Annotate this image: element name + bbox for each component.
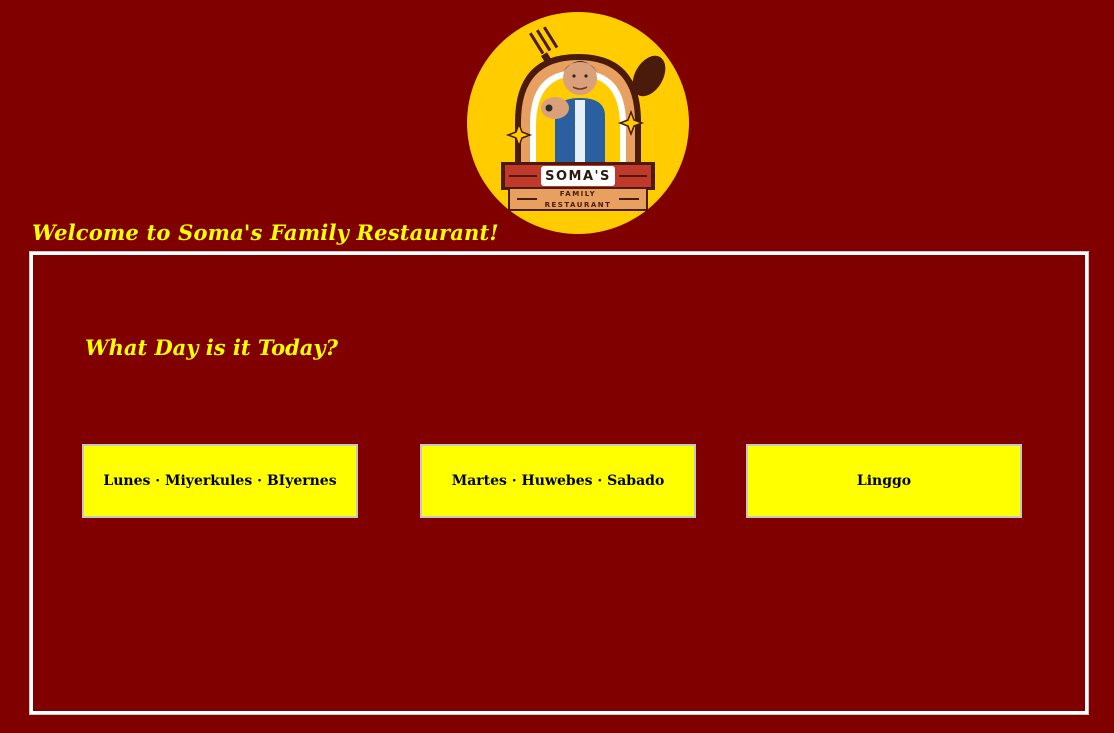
- mon-wed-fri-button[interactable]: Lunes · Miyerkules · BIyernes: [82, 444, 358, 518]
- logo-line-restaurant: RESTAURANT: [545, 201, 612, 209]
- day-question: What Day is it Today?: [85, 335, 338, 360]
- logo-graphic: SOMA'S FAMILY RESTAURANT: [467, 12, 689, 234]
- sunday-button[interactable]: Linggo: [746, 444, 1022, 518]
- logo-brand-name: SOMA'S: [545, 169, 611, 184]
- logo-line-family: FAMILY: [560, 190, 596, 198]
- welcome-heading: Welcome to Soma's Family Restaurant!: [32, 220, 499, 245]
- tue-thu-sat-button[interactable]: Martes · Huwebes · Sabado: [420, 444, 696, 518]
- menu-day-panel: What Day is it Today? Lunes · Miyerkules…: [30, 252, 1088, 714]
- restaurant-logo: SOMA'S FAMILY RESTAURANT: [467, 12, 689, 234]
